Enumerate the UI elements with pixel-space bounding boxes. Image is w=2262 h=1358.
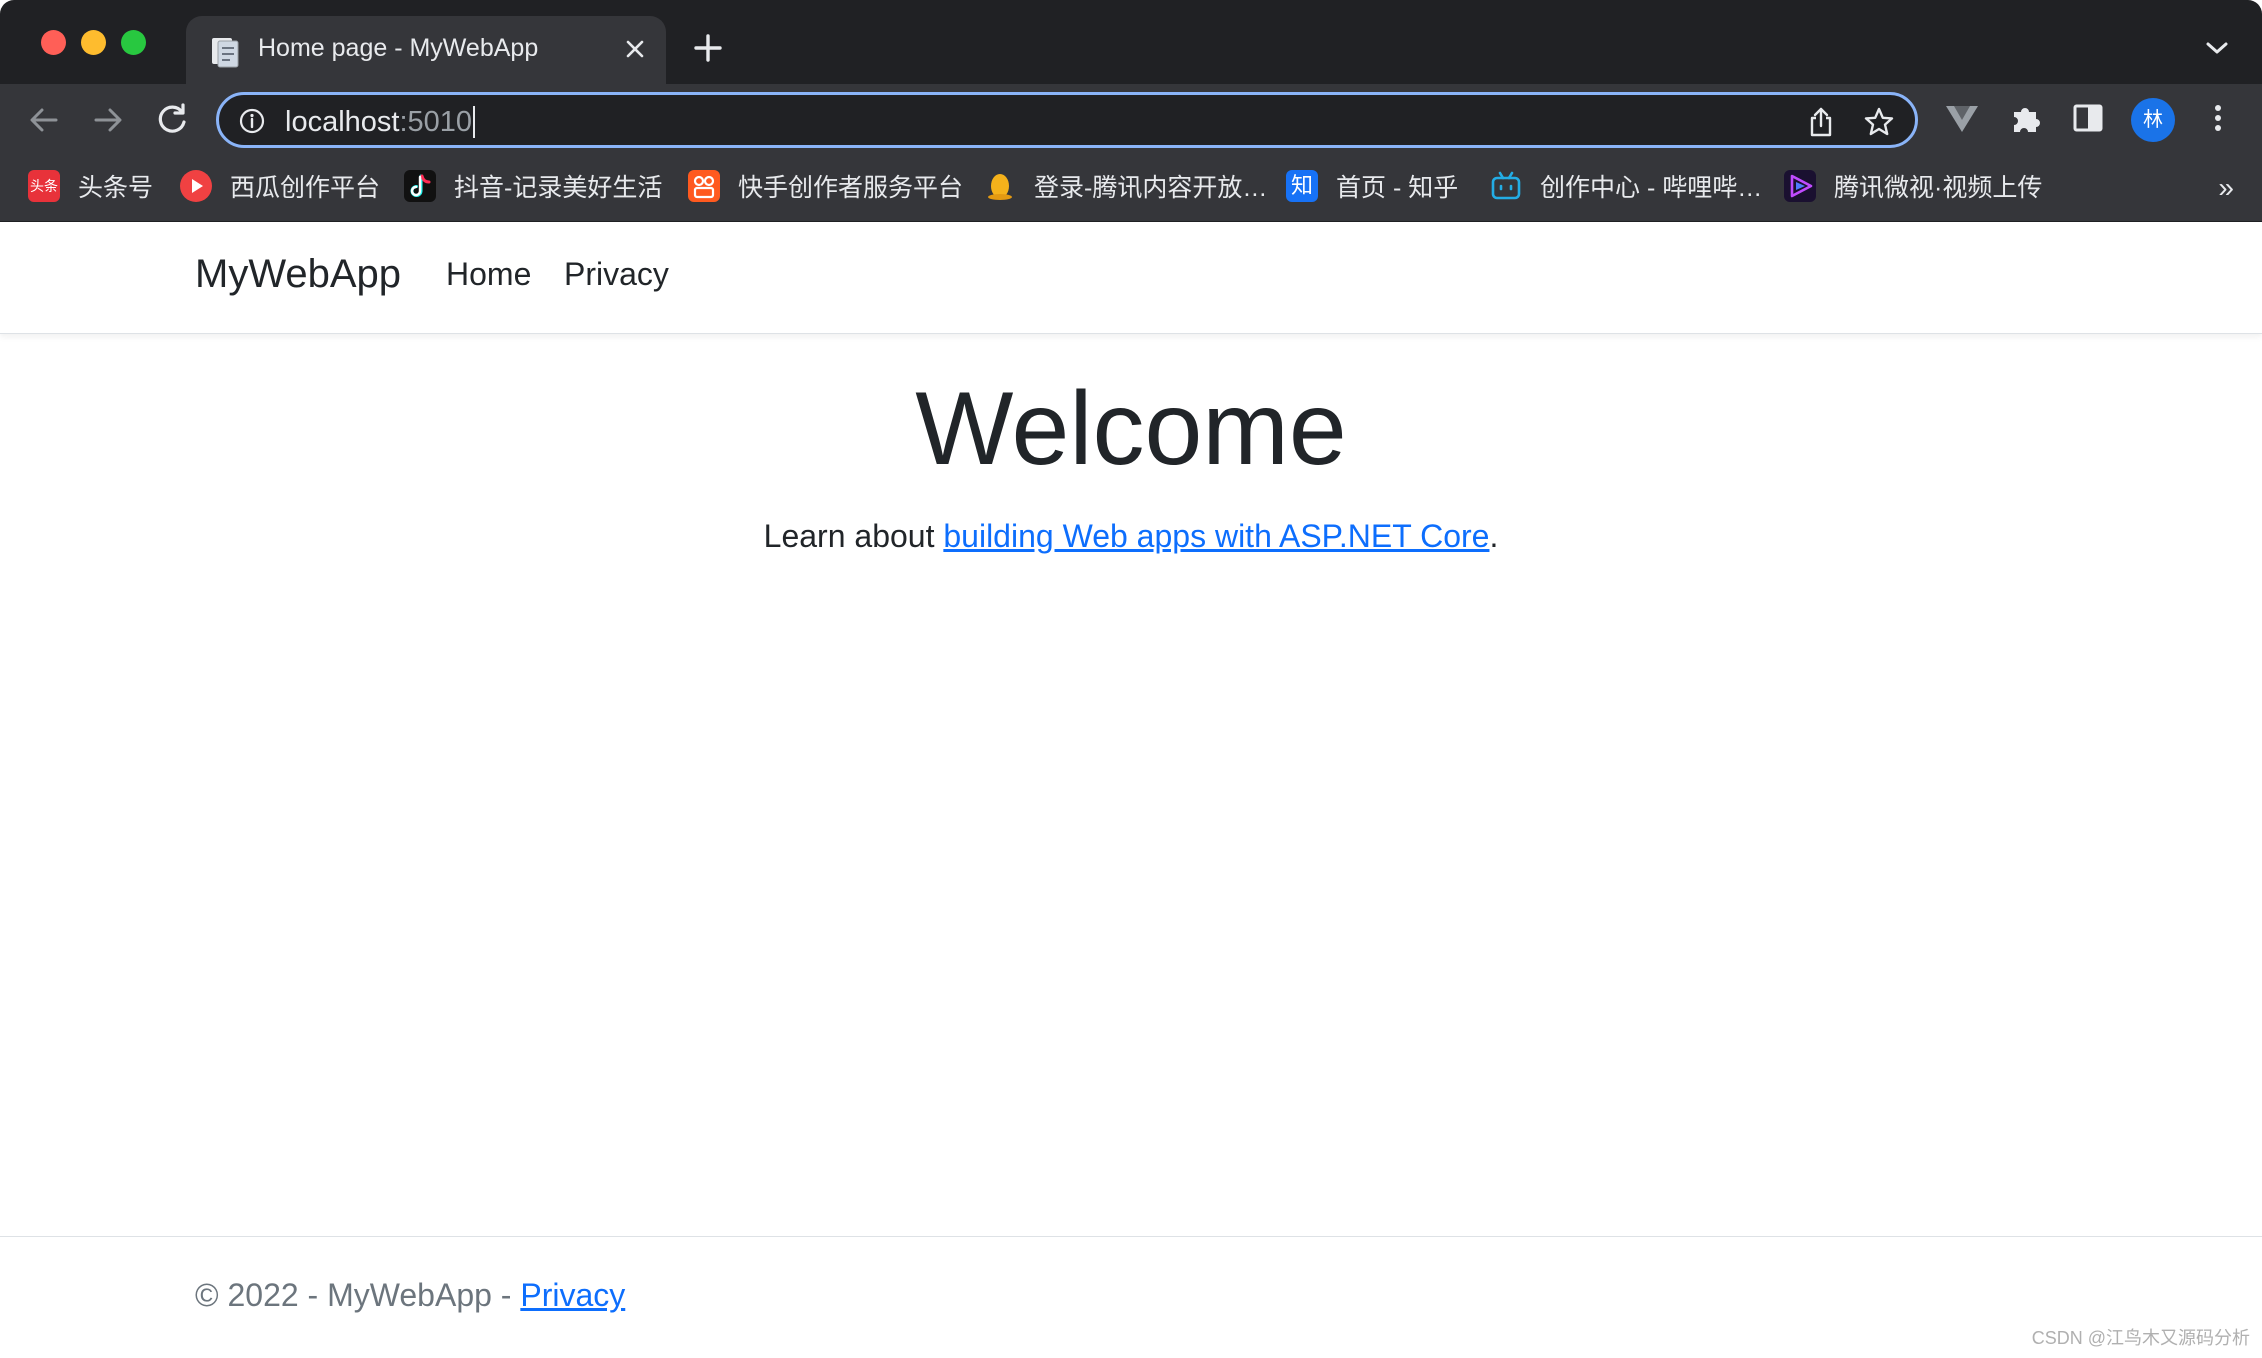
bookmark-kuaishou[interactable]: 快手创作者服务平台 [688,168,963,204]
profile-avatar[interactable]: 林 [2131,98,2175,142]
address-url[interactable]: localhost:5010 [285,106,476,139]
tab-strip: Home page - MyWebApp [0,0,2262,84]
bookmark-xigua[interactable]: 西瓜创作平台 [180,168,380,204]
site-info-icon[interactable] [239,108,265,134]
bilibili-icon [1490,170,1522,202]
site-footer: © 2022 - MyWebApp - Privacy CSDN @江鸟木又源码… [0,1236,2262,1358]
reload-icon[interactable] [152,100,192,140]
bookmark-weishi[interactable]: 腾讯微视·视频上传 [1784,168,2042,204]
nav-link-privacy[interactable]: Privacy [564,256,669,293]
intro-paragraph: Learn about building Web apps with ASP.N… [0,518,2262,555]
back-arrow-icon[interactable] [24,100,64,140]
close-tab-icon[interactable] [620,34,650,64]
address-bar[interactable]: localhost:5010 [216,92,1918,148]
page-heading: Welcome [915,371,1347,487]
close-window-button[interactable] [41,30,66,55]
douyin-icon [404,170,436,202]
watermark-text: CSDN @江鸟木又源码分析 [2031,1328,2250,1348]
xigua-icon [180,170,212,202]
document-icon [212,38,239,68]
text-cursor [473,106,476,138]
fullscreen-window-button[interactable] [121,30,146,55]
new-tab-icon[interactable] [692,32,724,64]
web-page: MyWebApp Home Privacy Welcome Learn abou… [0,222,2262,1358]
vue-devtools-icon[interactable] [1942,98,1982,138]
bookmarks-bar: 头条 头条号 西瓜创作平台 抖音-记录美好生活 快手创作者服务平台 登录-腾讯内… [0,154,2262,222]
tab-home-page[interactable]: Home page - MyWebApp [186,16,666,84]
forward-arrow-icon[interactable] [88,100,128,140]
chevron-down-icon[interactable] [2200,36,2234,60]
kuaishou-icon [688,170,720,202]
bookmark-zhihu[interactable]: 知 首页 - 知乎 [1286,168,1458,204]
toutiao-icon: 头条 [28,170,60,202]
bookmark-tencent-content[interactable]: 登录-腾讯内容开放… [984,168,1267,204]
site-navbar: MyWebApp Home Privacy [0,222,2262,334]
browser-window: Home page - MyWebApp localhost:5010 林 头条… [0,0,2262,1358]
copyright-text: © 2022 - MyWebApp - [195,1277,521,1313]
extensions-puzzle-icon[interactable] [2006,98,2046,138]
bookmarks-overflow-button[interactable]: » [2218,172,2234,204]
browser-toolbar: localhost:5010 林 [0,84,2262,154]
url-host: localhost [285,106,400,138]
footer-privacy-link[interactable]: Privacy [520,1277,625,1313]
share-icon[interactable] [1807,106,1835,138]
aspnet-docs-link[interactable]: building Web apps with ASP.NET Core [943,518,1489,554]
side-panel-icon[interactable] [2068,98,2108,138]
intro-prefix: Learn about [763,518,944,554]
intro-suffix: . [1489,518,1499,554]
weishi-icon [1784,170,1816,202]
bookmark-bilibili[interactable]: 创作中心 - 哔哩哔… [1490,168,1762,204]
zhihu-icon: 知 [1286,170,1318,202]
nav-link-home[interactable]: Home [446,256,531,293]
bookmark-toutiao[interactable]: 头条 头条号 [28,168,153,204]
qq-penguin-icon [984,170,1016,202]
minimize-window-button[interactable] [81,30,106,55]
bookmark-star-icon[interactable] [1863,106,1895,138]
url-port: :5010 [399,106,473,138]
more-menu-icon[interactable] [2198,98,2238,138]
tab-title: Home page - MyWebApp [258,34,539,62]
navbar-brand[interactable]: MyWebApp [195,252,401,297]
footer-text: © 2022 - MyWebApp - Privacy [195,1277,625,1314]
bookmark-douyin[interactable]: 抖音-记录美好生活 [404,168,662,204]
